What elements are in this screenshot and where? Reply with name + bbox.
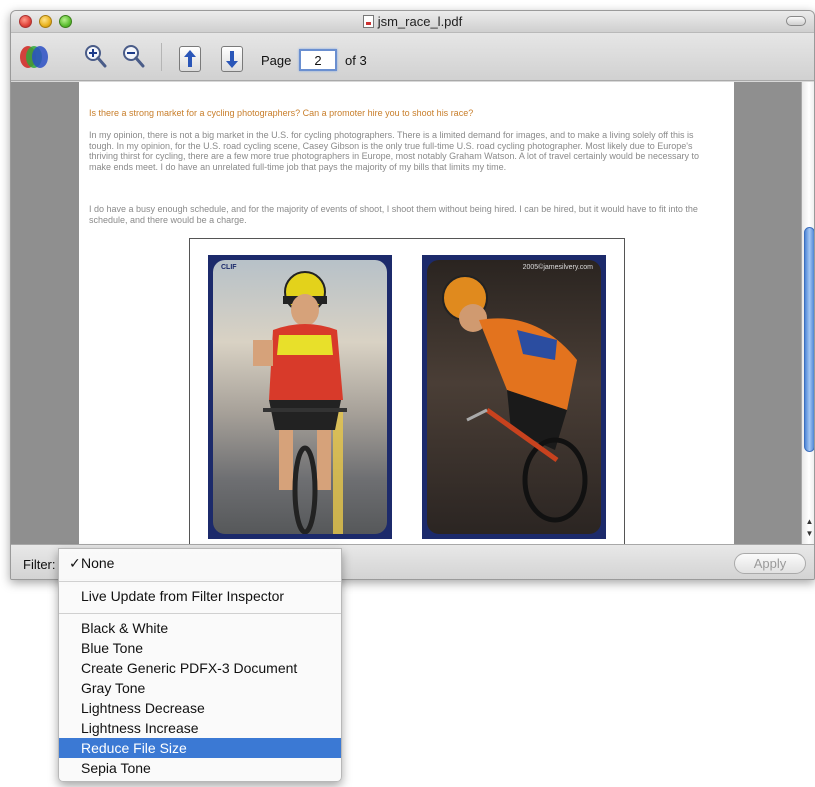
window-title-wrap: jsm_race_l.pdf [11,14,814,29]
scrollbar-thumb[interactable] [804,227,814,452]
document-view[interactable]: Is there a strong market for a cycling p… [11,82,801,544]
cyclist-photo-2: 2005©jamesilvery.com [422,255,606,539]
pdf-document-icon [362,15,374,28]
page-label: Page [261,53,292,68]
cyclist-1-illustration [253,271,347,534]
cyclist-photo-2-image: 2005©jamesilvery.com [427,260,601,534]
pdf-page: Is there a strong market for a cycling p… [79,82,734,544]
filter-popup-menu[interactable]: ✓None Live Update from Filter Inspector … [58,548,342,782]
menu-item-none[interactable]: ✓None [59,553,341,573]
apply-button[interactable]: Apply [734,553,806,574]
photo-frame: CLIF 2005©jamesilvery.com [189,238,625,544]
zoom-in-icon[interactable] [83,42,107,72]
menu-item-gray-tone[interactable]: Gray Tone [59,678,341,698]
menu-item-lightness-decrease[interactable]: Lightness Decrease [59,698,341,718]
checkmark-icon: ✓ [69,555,81,571]
vertical-scrollbar[interactable]: ▲ ▼ [801,82,814,544]
pdf-heading: Is there a strong market for a cycling p… [89,108,474,118]
menu-separator [59,613,341,614]
pdf-paragraph-1: In my opinion, there is not a big market… [89,130,699,172]
menu-item-blue-tone[interactable]: Blue Tone [59,638,341,658]
cyclist-photo-1: CLIF [208,255,392,539]
menu-item-live-update[interactable]: Live Update from Filter Inspector [59,586,341,606]
scroll-up-arrow-icon[interactable]: ▲ [802,516,814,528]
menu-item-sepia-tone[interactable]: Sepia Tone [59,758,341,778]
photo-2-credit: 2005©jamesilvery.com [522,264,593,271]
pdf-paragraph-2: I do have a busy enough schedule, and fo… [89,204,698,225]
menu-item-lightness-increase[interactable]: Lightness Increase [59,718,341,738]
scroll-down-arrow-icon[interactable]: ▼ [802,528,814,540]
menu-item-black-white[interactable]: Black & White [59,618,341,638]
toolbar: Page of 3 [11,33,814,81]
toolbar-separator [161,43,162,71]
cyclist-photo-1-image: CLIF [213,260,387,534]
cyclist-2-illustration [442,275,588,523]
window-title: jsm_race_l.pdf [377,14,463,29]
color-filter-icon[interactable] [17,42,51,72]
page-down-icon [226,51,238,68]
menu-item-reduce-file-size[interactable]: Reduce File Size [59,738,341,758]
next-page-button[interactable] [221,46,243,72]
photo-1-credit: CLIF [221,264,237,271]
page-number-input[interactable] [299,49,337,71]
pdf-window: jsm_race_l.pdf Page 2 of 3 Is there a st… [10,10,815,580]
page-count-label: of 3 [345,53,367,68]
previous-page-button[interactable] [179,46,201,72]
menu-item-create-pdfx3[interactable]: Create Generic PDFX-3 Document [59,658,341,678]
page-up-icon [184,50,196,67]
menu-separator [59,581,341,582]
filter-label: Filter: [23,557,56,572]
zoom-out-icon[interactable] [121,42,145,72]
scroll-arrows[interactable]: ▲ ▼ [802,516,814,544]
menu-item-none-label: None [81,555,115,571]
toolbar-toggle-button[interactable] [786,16,806,26]
title-bar[interactable]: jsm_race_l.pdf [11,11,814,33]
